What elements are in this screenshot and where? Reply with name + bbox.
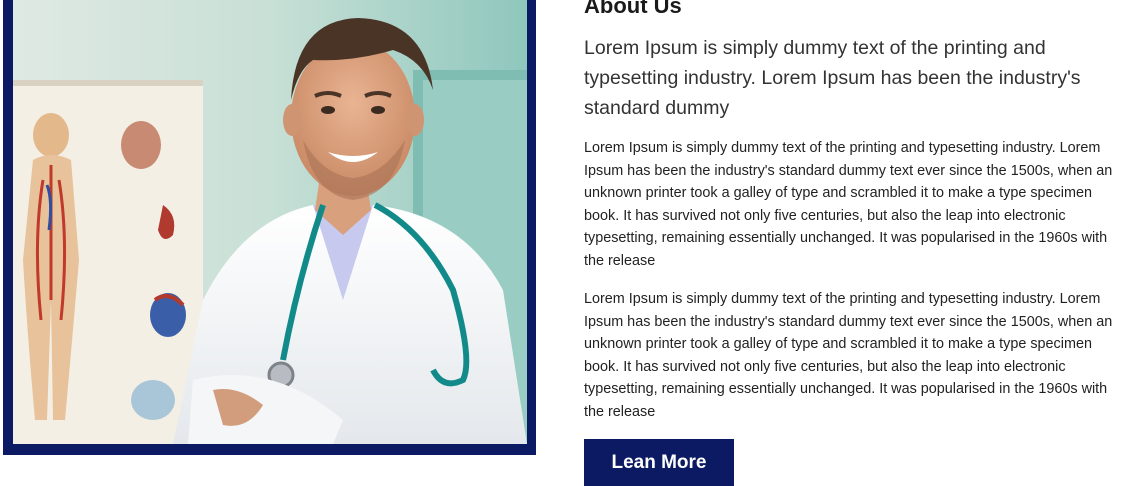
about-section: About Us Lorem Ipsum is simply dummy tex… <box>0 0 1147 486</box>
body-paragraph-2: Lorem Ipsum is simply dummy text of the … <box>584 291 1113 420</box>
lead-text: Lorem Ipsum is simply dummy text of the … <box>584 37 1081 119</box>
doctor-photo <box>13 0 527 444</box>
learn-more-button[interactable]: Lean More <box>584 439 734 486</box>
body-paragraph-1: Lorem Ipsum is simply dummy text of the … <box>584 140 1113 269</box>
page-title: About Us <box>584 0 682 18</box>
image-frame <box>3 0 536 455</box>
